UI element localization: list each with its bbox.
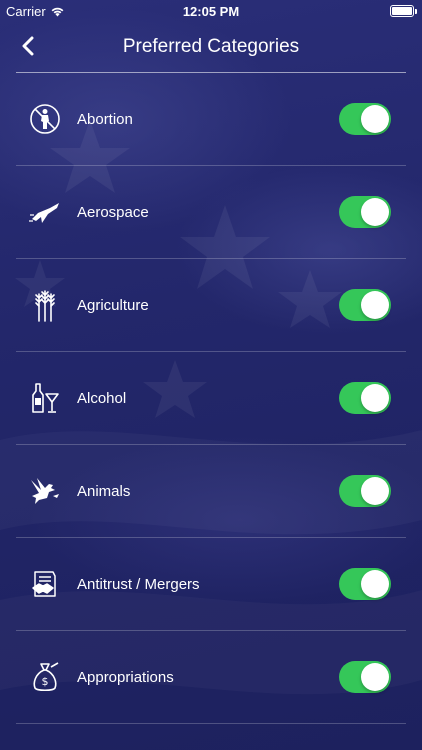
category-label: Antitrust / Mergers [77,575,200,593]
toggle-switch[interactable] [339,568,391,600]
toggle-switch[interactable] [339,475,391,507]
category-label: Aerospace [77,203,149,221]
status-time: 12:05 PM [182,4,240,19]
status-bar: Carrier 12:05 PM [0,0,422,22]
category-label: Appropriations [77,668,174,686]
bottle-glass-icon [28,381,62,415]
pregnancy-icon [28,102,62,136]
money-bag-icon: $ [28,660,62,694]
svg-text:$: $ [42,675,49,688]
category-label: Alcohol [77,389,127,407]
battery-icon [390,5,417,17]
category-row-appropriations[interactable]: $ Appropriations [16,631,406,724]
category-row-aerospace[interactable]: Aerospace [16,166,406,259]
category-row-abortion[interactable]: Abortion [16,73,406,166]
category-row-alcohol[interactable]: Alcohol [16,352,406,445]
toggle-switch[interactable] [339,196,391,228]
toggle-switch[interactable] [339,382,391,414]
navigation-bar: Preferred Categories [0,22,422,72]
toggle-switch[interactable] [339,103,391,135]
toggle-switch[interactable] [339,661,391,693]
category-label: Animals [77,482,131,500]
dove-icon [28,474,62,508]
handshake-document-icon [28,567,62,601]
jet-icon [28,195,62,229]
category-label: Agriculture [77,296,149,314]
category-row-animals[interactable]: Animals [16,445,406,538]
category-label: Abortion [77,110,133,128]
category-row-agriculture[interactable]: Agriculture [16,259,406,352]
page-title: Preferred Categories [122,36,300,57]
toggle-switch[interactable] [339,289,391,321]
wheat-icon [28,288,62,322]
category-row-antitrust-mergers[interactable]: Antitrust / Mergers [16,538,406,631]
category-list: Abortion Aerospace Agriculture Alcohol A… [0,73,422,724]
